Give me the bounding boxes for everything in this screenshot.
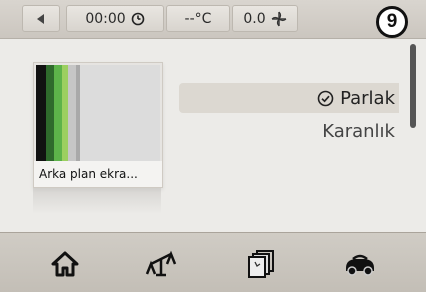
option-label: Karanlık	[322, 120, 395, 142]
temperature-display[interactable]: --°C	[166, 5, 230, 32]
preview-stripe	[36, 65, 46, 161]
check-circle-icon	[317, 90, 334, 106]
bottom-nav-bar	[0, 232, 426, 292]
scrollbar-thumb[interactable]	[410, 44, 416, 128]
preview-stripe	[54, 65, 62, 161]
annotation-badge: 9	[376, 6, 408, 38]
option-karanlik[interactable]: Karanlık	[179, 116, 399, 146]
car-icon	[346, 254, 374, 276]
background-screen-card[interactable]: Arka plan ekra...	[33, 62, 163, 188]
status-bar: 00:00 --°C 0.0 9	[0, 0, 426, 39]
left-triangle-icon	[37, 13, 44, 24]
scale-button[interactable]	[141, 247, 181, 281]
clock-display[interactable]: 00:00	[66, 5, 164, 32]
preview-stripe	[46, 65, 54, 161]
temperature-value: --°C	[184, 10, 212, 27]
media-icon	[248, 250, 274, 278]
option-label: Parlak	[340, 87, 395, 109]
background-preview-image	[36, 65, 160, 161]
fan-icon	[271, 11, 287, 26]
car-button[interactable]	[340, 247, 380, 281]
fan-display[interactable]: 0.0	[232, 5, 298, 32]
preview-stripe	[76, 65, 80, 161]
scale-icon	[145, 250, 177, 277]
back-button[interactable]	[22, 5, 60, 32]
home-button[interactable]	[45, 247, 85, 281]
clock-icon	[131, 12, 144, 25]
display-screen: 00:00 --°C 0.0 9 Arka plan ekra... Parla…	[0, 0, 426, 292]
home-icon	[51, 251, 79, 277]
clock-value: 00:00	[85, 10, 126, 27]
background-screen-caption: Arka plan ekra...	[34, 161, 162, 187]
option-parlak[interactable]: Parlak	[179, 83, 399, 113]
preview-stripe	[68, 65, 76, 161]
fan-value: 0.0	[243, 10, 266, 27]
media-button[interactable]	[242, 247, 282, 281]
card-reflection	[33, 188, 161, 214]
